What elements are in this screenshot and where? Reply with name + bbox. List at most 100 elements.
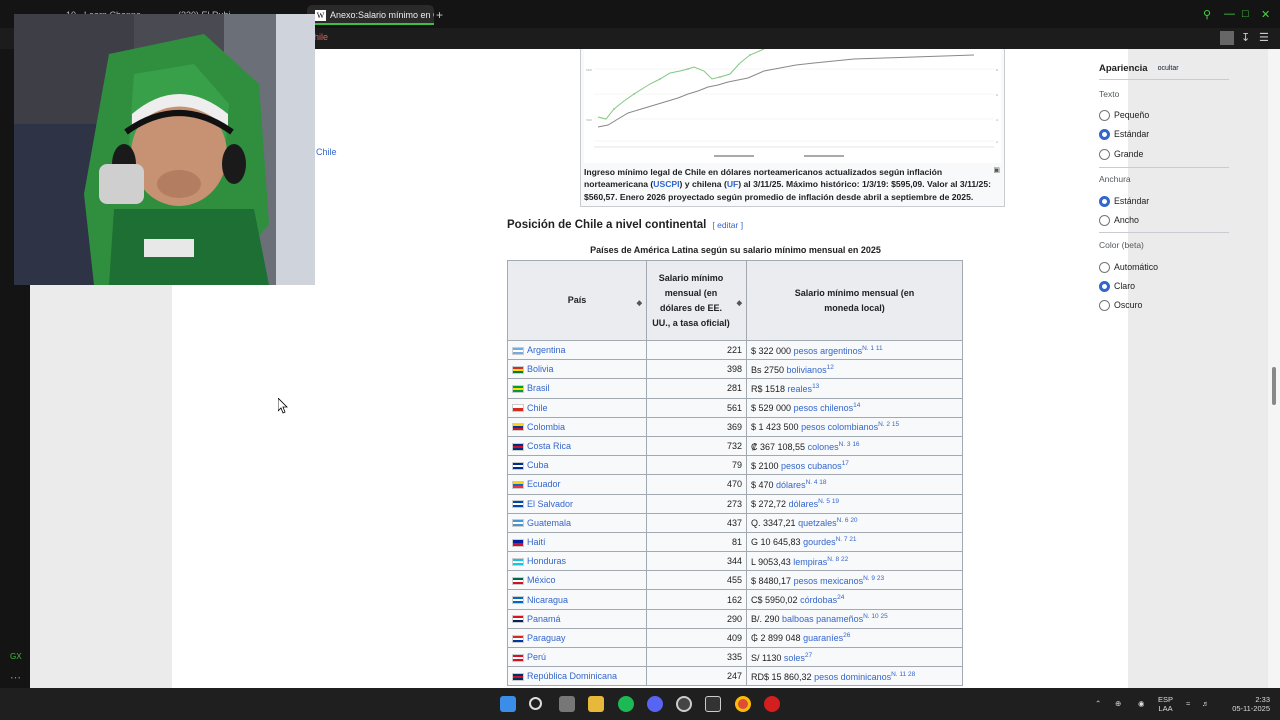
uscpi-link[interactable]: USCPI — [653, 179, 679, 189]
obs-icon[interactable] — [676, 696, 692, 712]
opera-gx-icon[interactable] — [764, 696, 780, 712]
reference-note[interactable]: 27 — [805, 652, 812, 659]
country-link[interactable]: Brasil — [527, 383, 550, 393]
radio-color-light[interactable]: Claro — [1099, 280, 1135, 293]
country-link[interactable]: Guatemala — [527, 518, 571, 528]
notepad-icon[interactable] — [705, 696, 721, 712]
currency-link[interactable]: lempiras — [793, 557, 827, 567]
col-country-header[interactable]: País ◆ — [507, 260, 647, 341]
language-indicator[interactable]: ESP LAA — [1158, 695, 1173, 713]
file-explorer-icon[interactable] — [588, 696, 604, 712]
download-icon[interactable]: ↧ — [1241, 31, 1250, 44]
country-link[interactable]: Nicaragua — [527, 595, 568, 605]
discord-icon[interactable] — [647, 696, 663, 712]
reference-note[interactable]: N. 1 11 — [862, 345, 882, 352]
reference-note[interactable]: N. 2 15 — [878, 421, 899, 428]
more-icon[interactable]: ⋯ — [10, 671, 21, 684]
reference-note[interactable]: N. 10 25 — [863, 613, 888, 620]
search-icon[interactable] — [529, 697, 542, 710]
radio-selected-icon[interactable] — [1099, 129, 1110, 141]
side-link-chile[interactable]: Chile — [316, 147, 337, 157]
gx-label[interactable]: GX — [10, 652, 22, 661]
tab-active[interactable]: W Anexo:Salario mínimo en Chile — [307, 5, 434, 25]
country-link[interactable]: Perú — [527, 652, 546, 662]
clock[interactable]: 2:33 05-11-2025 — [1222, 695, 1270, 713]
currency-link[interactable]: colones — [808, 442, 839, 452]
reference-note[interactable]: N. 11 28 — [891, 671, 915, 678]
radio-icon[interactable] — [1099, 262, 1110, 274]
menu-icon[interactable]: ☰ — [1259, 31, 1269, 44]
country-link[interactable]: Bolivia — [527, 364, 554, 374]
currency-link[interactable]: pesos colombianos — [801, 422, 878, 432]
minimize-icon[interactable]: — — [1224, 8, 1235, 20]
hide-button[interactable]: ocultar — [1153, 63, 1183, 75]
profile-avatar[interactable] — [1220, 31, 1234, 45]
reference-note[interactable]: N. 7 21 — [836, 536, 857, 543]
tray-chevron-icon[interactable]: ⌃ — [1095, 699, 1101, 708]
currency-link[interactable]: quetzales — [798, 518, 837, 528]
reference-note[interactable]: N. 9 23 — [863, 575, 884, 582]
country-link[interactable]: Costa Rica — [527, 441, 571, 451]
currency-link[interactable]: dólares — [789, 499, 819, 509]
radio-icon[interactable] — [1099, 149, 1110, 161]
url-text[interactable]: hile — [314, 32, 328, 42]
close-icon[interactable]: ✕ — [1261, 8, 1270, 21]
start-icon[interactable] — [500, 696, 516, 712]
radio-color-dark[interactable]: Oscuro — [1099, 299, 1142, 312]
country-link[interactable]: México — [527, 575, 556, 585]
radio-icon[interactable] — [1099, 215, 1110, 227]
radio-selected-icon[interactable] — [1099, 196, 1110, 208]
currency-link[interactable]: bolivianos — [787, 365, 827, 375]
country-link[interactable]: Chile — [527, 403, 548, 413]
reference-note[interactable]: 14 — [853, 402, 860, 409]
sort-icon[interactable]: ◆ — [737, 296, 742, 311]
chrome-icon[interactable] — [735, 696, 751, 712]
reference-note[interactable]: N. 5 19 — [818, 498, 839, 505]
currency-link[interactable]: pesos argentinos — [794, 346, 863, 356]
search-icon[interactable]: ⚲ — [1203, 8, 1211, 21]
currency-link[interactable]: gourdes — [803, 537, 836, 547]
reference-note[interactable]: N. 6 20 — [837, 517, 858, 524]
reference-note[interactable]: N. 3 16 — [839, 441, 860, 448]
radio-selected-icon[interactable] — [1099, 281, 1110, 293]
country-link[interactable]: Ecuador — [527, 479, 561, 489]
country-link[interactable]: Paraguay — [527, 633, 566, 643]
country-link[interactable]: Cuba — [527, 460, 549, 470]
currency-link[interactable]: reales — [788, 384, 813, 394]
reference-note[interactable]: 24 — [837, 594, 844, 601]
reference-note[interactable]: 26 — [843, 632, 850, 639]
currency-link[interactable]: pesos mexicanos — [794, 576, 864, 586]
country-link[interactable]: El Salvador — [527, 499, 573, 509]
radio-color-auto[interactable]: Automático — [1099, 261, 1158, 274]
reference-note[interactable]: N. 8 22 — [827, 556, 848, 563]
currency-link[interactable]: soles — [784, 653, 805, 663]
currency-link[interactable]: pesos chilenos — [794, 403, 854, 413]
radio-text-small[interactable]: Pequeño — [1099, 109, 1149, 122]
reference-note[interactable]: 13 — [812, 383, 819, 390]
task-view-icon[interactable] — [559, 696, 575, 712]
spotify-icon[interactable] — [618, 696, 634, 712]
reference-note[interactable]: 17 — [842, 460, 849, 467]
country-link[interactable]: República Dominicana — [527, 671, 617, 681]
col-usd-header[interactable]: Salario mínimo mensual (en dólares de EE… — [646, 260, 747, 341]
country-link[interactable]: Haití — [527, 537, 546, 547]
maximize-icon[interactable]: □ — [1242, 8, 1249, 20]
currency-link[interactable]: dólares — [776, 480, 806, 490]
radio-icon[interactable] — [1099, 110, 1110, 122]
sort-icon[interactable]: ◆ — [637, 296, 642, 311]
radio-text-standard[interactable]: Estándar — [1099, 128, 1149, 141]
network-icon[interactable]: ⊕ — [1115, 699, 1121, 708]
edit-link[interactable]: [ editar ] — [712, 220, 743, 230]
country-link[interactable]: Argentina — [527, 345, 566, 355]
new-tab-button[interactable]: + — [436, 8, 443, 22]
scroll-thumb[interactable] — [1272, 367, 1276, 405]
radio-width-wide[interactable]: Ancho — [1099, 214, 1139, 227]
chart-thumbnail[interactable]: 8642 500 300 ▣ Ingreso mínimo legal de Ch… — [580, 49, 1005, 207]
reference-note[interactable]: N. 4 18 — [806, 479, 827, 486]
radio-text-large[interactable]: Grande — [1099, 148, 1143, 161]
currency-link[interactable]: guaraníes — [803, 633, 843, 643]
reference-note[interactable]: 12 — [827, 364, 834, 371]
wifi-icon[interactable]: ≈ — [1186, 699, 1190, 708]
uf-link[interactable]: UF — [727, 179, 738, 189]
radio-icon[interactable] — [1099, 300, 1110, 312]
